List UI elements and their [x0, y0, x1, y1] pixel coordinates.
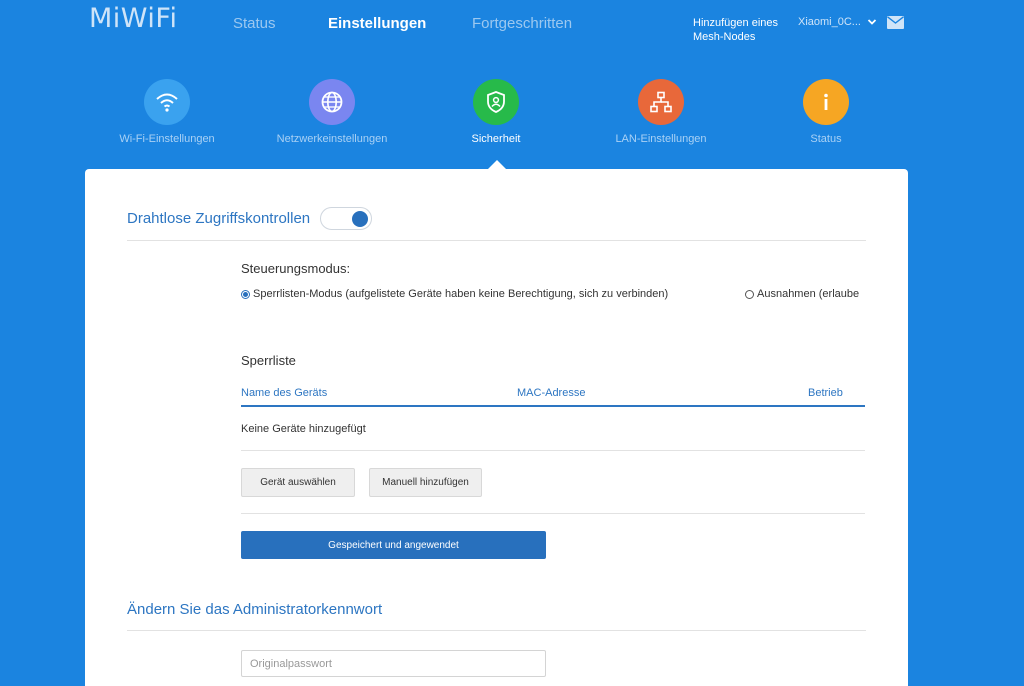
device-selector[interactable]: Xiaomi_0C...	[798, 16, 877, 28]
category-label: Status	[810, 133, 842, 145]
info-icon	[803, 79, 849, 125]
mail-icon[interactable]	[887, 16, 904, 29]
radio-whitelist-mode[interactable]	[745, 290, 754, 299]
category-security[interactable]: Sicherheit	[411, 79, 581, 145]
original-password-input[interactable]	[241, 650, 546, 677]
miwifi-logo: MiWiFi	[89, 3, 178, 34]
blacklist-title: Sperrliste	[241, 353, 296, 368]
table-header-line	[241, 405, 865, 407]
category-label: Netzwerkeinstellungen	[276, 133, 388, 145]
wifi-icon	[144, 79, 190, 125]
whitelist-text-a: Ausnahmen (erlaube diesen Geräten, sich …	[757, 288, 862, 300]
radio-whitelist-label-start: Ausnahmen (erlaube diesen Geräten, sich …	[757, 287, 862, 302]
settings-panel: Drahtlose Zugriffskontrollen Steuerungsm…	[85, 169, 908, 686]
column-mac-address: MAC-Adresse	[517, 387, 586, 399]
category-lan-settings[interactable]: LAN-Einstellungen	[576, 79, 746, 145]
toggle-knob	[352, 211, 368, 227]
add-mesh-node-link[interactable]: Hinzufügen eines Mesh-Nodes	[693, 16, 793, 44]
nav-advanced[interactable]: Fortgeschritten	[472, 15, 572, 32]
save-apply-button[interactable]: Gespeichert und angewendet	[241, 531, 546, 559]
category-wifi-settings[interactable]: Wi-Fi-Einstellungen	[82, 79, 252, 145]
column-operation: Betrieb	[808, 387, 843, 399]
admin-password-title: Ändern Sie das Administratorkennwort	[127, 601, 383, 618]
divider	[127, 630, 866, 631]
category-label: Wi-Fi-Einstellungen	[119, 133, 215, 145]
category-status[interactable]: Status	[741, 79, 911, 145]
column-device-name: Name des Geräts	[241, 387, 328, 399]
category-network-settings[interactable]: Netzwerkeinstellungen	[247, 79, 417, 145]
globe-icon	[309, 79, 355, 125]
network-icon	[638, 79, 684, 125]
access-control-toggle[interactable]	[320, 207, 372, 230]
manual-add-button[interactable]: Manuell hinzufügen	[369, 468, 482, 497]
shield-icon	[473, 79, 519, 125]
divider	[241, 450, 865, 451]
divider	[127, 240, 866, 241]
empty-list-message: Keine Geräte hinzugefügt	[241, 423, 366, 435]
category-label: LAN-Einstellungen	[615, 133, 707, 145]
active-category-pointer	[488, 160, 506, 169]
nav-status[interactable]: Status	[233, 15, 276, 32]
access-control-title: Drahtlose Zugriffskontrollen	[127, 210, 311, 227]
chevron-down-icon	[867, 19, 877, 25]
radio-blacklist-label: Sperrlisten-Modus (aufgelistete Geräte h…	[253, 288, 669, 300]
nav-settings[interactable]: Einstellungen	[328, 15, 426, 32]
device-name: Xiaomi_0C...	[798, 16, 861, 28]
category-label: Sicherheit	[471, 133, 521, 145]
divider	[241, 513, 865, 514]
radio-whitelist-label-wrap: Ausnahmen (erlaube diesen Geräten, sich …	[241, 302, 571, 317]
control-mode-label: Steuerungsmodus:	[241, 261, 351, 276]
select-device-button[interactable]: Gerät auswählen	[241, 468, 355, 497]
